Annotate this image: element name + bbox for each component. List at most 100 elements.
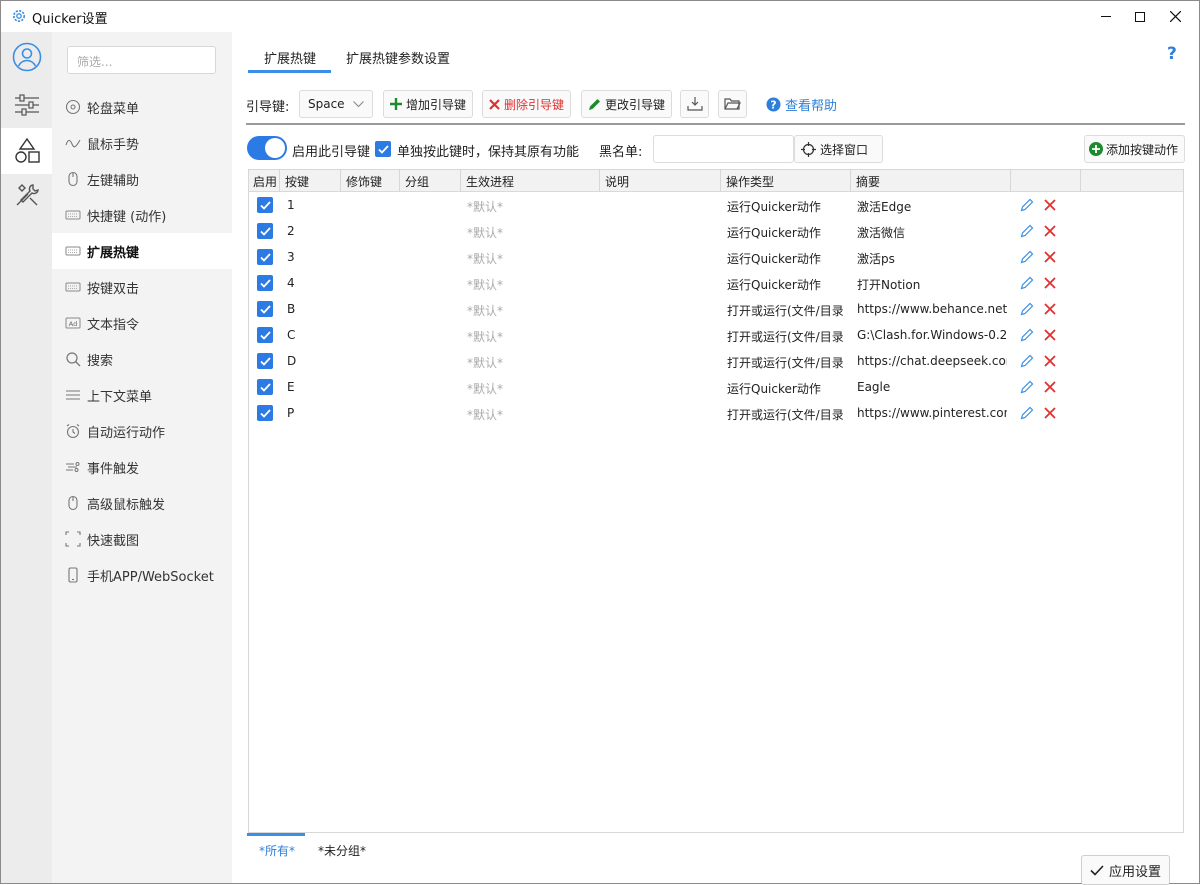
edit-icon[interactable] xyxy=(1020,250,1034,264)
col-header-note[interactable]: 说明 xyxy=(600,170,721,192)
rail-tools-button[interactable] xyxy=(1,172,52,218)
rail-settings-button[interactable] xyxy=(1,82,52,128)
sidebar-item[interactable]: 左键辅助 xyxy=(52,161,232,197)
sidebar-item[interactable]: 手机APP/WebSocket xyxy=(52,557,232,593)
table-row[interactable]: 3 *默认* 运行Quicker动作 激活ps xyxy=(249,244,1183,270)
sidebar-item[interactable]: 轮盘菜单 xyxy=(52,89,232,125)
sidebar-item[interactable]: 按键双击 xyxy=(52,269,232,305)
row-enabled-checkbox[interactable] xyxy=(257,327,273,343)
cell-group xyxy=(405,400,459,426)
delete-icon[interactable] xyxy=(1044,407,1056,419)
edit-icon[interactable] xyxy=(1020,302,1034,316)
table-row[interactable]: 1 *默认* 运行Quicker动作 激活Edge xyxy=(249,192,1183,218)
close-button[interactable] xyxy=(1152,1,1198,32)
row-enabled-checkbox[interactable] xyxy=(257,249,273,265)
table-row[interactable]: C *默认* 打开或运行(文件/目录 G:\Clash.for.Windows-0.2… xyxy=(249,322,1183,348)
check-icon xyxy=(259,408,271,418)
add-action-button[interactable]: 添加按键动作 xyxy=(1084,135,1185,163)
enable-leader-toggle[interactable] xyxy=(247,136,287,160)
help-question-icon[interactable]: ? xyxy=(1167,44,1177,64)
delete-icon[interactable] xyxy=(1044,251,1056,263)
cell-note xyxy=(605,270,717,296)
cell-note xyxy=(605,400,717,426)
sidebar-item[interactable]: 扩展热键 xyxy=(52,233,232,269)
alarm-icon xyxy=(65,423,81,439)
sidebar-item[interactable]: 事件触发 xyxy=(52,449,232,485)
edit-icon[interactable] xyxy=(1020,354,1034,368)
shapes-icon xyxy=(14,137,40,163)
row-enabled-checkbox[interactable] xyxy=(257,197,273,213)
rail-triggers-button[interactable] xyxy=(1,128,52,174)
sidebar-item[interactable]: 快速截图 xyxy=(52,521,232,557)
cell-process: *默认* xyxy=(467,330,504,344)
table-row[interactable]: P *默认* 打开或运行(文件/目录 https://www.pinterest.co… xyxy=(249,400,1183,426)
delete-icon[interactable] xyxy=(1044,381,1056,393)
sidebar-item[interactable]: Ad 文本指令 xyxy=(52,305,232,341)
table-row[interactable]: D *默认* 打开或运行(文件/目录 https://chat.deepseek.co… xyxy=(249,348,1183,374)
edit-icon[interactable] xyxy=(1020,406,1034,420)
edit-icon[interactable] xyxy=(1020,276,1034,290)
open-folder-button[interactable] xyxy=(718,90,747,118)
col-header-process[interactable]: 生效进程 xyxy=(461,170,600,192)
change-leader-button[interactable]: 更改引导键 xyxy=(581,90,673,118)
delete-icon[interactable] xyxy=(1044,199,1056,211)
sidebar-item[interactable]: 上下文菜单 xyxy=(52,377,232,413)
col-header-type[interactable]: 操作类型 xyxy=(721,170,851,192)
import-button[interactable] xyxy=(680,90,709,118)
col-header-enabled[interactable]: 启用 xyxy=(249,170,280,192)
table-row[interactable]: 2 *默认* 运行Quicker动作 激活微信 xyxy=(249,218,1183,244)
sidebar-item[interactable]: 快捷键 (动作) xyxy=(52,197,232,233)
help-link[interactable]: ? 查看帮助 xyxy=(766,95,837,114)
sidebar-item-label: 轮盘菜单 xyxy=(87,101,140,117)
select-window-button[interactable]: 选择窗口 xyxy=(794,135,883,163)
crop-icon xyxy=(65,531,81,547)
sidebar-item[interactable]: 高级鼠标触发 xyxy=(52,485,232,521)
edit-icon[interactable] xyxy=(1020,328,1034,342)
row-enabled-checkbox[interactable] xyxy=(257,275,273,291)
sidebar-item[interactable]: 搜索 xyxy=(52,341,232,377)
check-icon xyxy=(259,278,271,288)
row-enabled-checkbox[interactable] xyxy=(257,301,273,317)
col-header-group[interactable]: 分组 xyxy=(400,170,461,192)
cell-modifier xyxy=(346,218,398,244)
folder-icon xyxy=(724,98,741,110)
blacklist-label: 黑名单: xyxy=(599,145,643,160)
cell-process: *默认* xyxy=(467,200,504,214)
group-tab-all[interactable]: *所有* xyxy=(259,842,295,859)
edit-icon[interactable] xyxy=(1020,198,1034,212)
tab-hotkey-params[interactable]: 扩展热键参数设置 xyxy=(346,48,450,67)
sidebar-item[interactable]: 鼠标手势 xyxy=(52,125,232,161)
edit-icon[interactable] xyxy=(1020,380,1034,394)
filter-input[interactable]: 筛选... xyxy=(67,46,216,74)
edit-icon[interactable] xyxy=(1020,224,1034,238)
table-row[interactable]: B *默认* 打开或运行(文件/目录 https://www.behance.net/ xyxy=(249,296,1183,322)
col-header-summary[interactable]: 摘要 xyxy=(851,170,1011,192)
sidebar-item[interactable]: 自动运行动作 xyxy=(52,413,232,449)
keep-original-checkbox[interactable] xyxy=(375,141,391,157)
tab-underline xyxy=(248,70,331,73)
leader-key-select[interactable]: Space xyxy=(299,90,373,118)
tab-extended-hotkeys[interactable]: 扩展热键 xyxy=(264,48,316,67)
delete-icon[interactable] xyxy=(1044,225,1056,237)
delete-icon[interactable] xyxy=(1044,303,1056,315)
delete-icon[interactable] xyxy=(1044,329,1056,341)
col-header-modifier[interactable]: 修饰键 xyxy=(341,170,400,192)
row-enabled-checkbox[interactable] xyxy=(257,405,273,421)
group-tab-ungrouped[interactable]: *未分组* xyxy=(318,842,366,859)
table-row[interactable]: E *默认* 运行Quicker动作 Eagle xyxy=(249,374,1183,400)
row-enabled-checkbox[interactable] xyxy=(257,223,273,239)
col-header-key[interactable]: 按键 xyxy=(280,170,341,192)
row-enabled-checkbox[interactable] xyxy=(257,379,273,395)
blacklist-input[interactable] xyxy=(653,135,794,163)
cell-key: 2 xyxy=(287,224,295,238)
table-row[interactable]: 4 *默认* 运行Quicker动作 打开Notion xyxy=(249,270,1183,296)
apply-settings-button[interactable]: 应用设置 xyxy=(1081,855,1170,885)
add-leader-button[interactable]: 增加引导键 xyxy=(383,90,474,118)
row-enabled-checkbox[interactable] xyxy=(257,353,273,369)
cell-type: 打开或运行(文件/目录 xyxy=(727,304,844,318)
rail-profile-button[interactable] xyxy=(1,34,52,80)
delete-leader-button[interactable]: 删除引导键 xyxy=(482,90,572,118)
leader-key-value: Space xyxy=(308,97,345,111)
delete-icon[interactable] xyxy=(1044,277,1056,289)
delete-icon[interactable] xyxy=(1044,355,1056,367)
